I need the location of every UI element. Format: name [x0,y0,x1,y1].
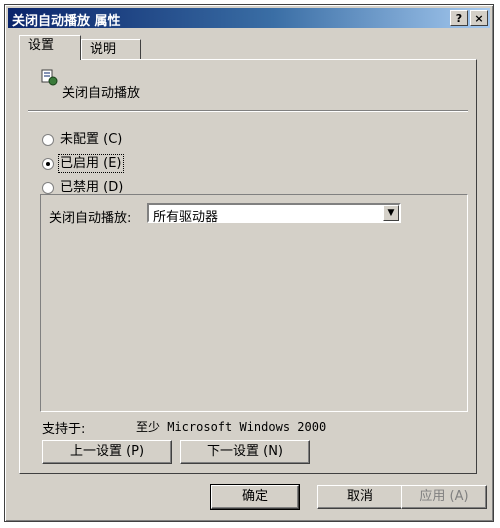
tab-explain[interactable]: 说明 [81,39,141,59]
radio-not-configured[interactable]: 未配置 (C) [42,128,122,147]
policy-name: 关闭自动播放 [62,86,141,101]
radio-disabled-label: 已禁用 (D) [60,180,124,195]
radio-not-configured-dot[interactable] [42,133,54,146]
drives-select-value: 所有驱动器 [153,210,219,225]
radio-enabled[interactable]: 已启用 (E) [42,152,124,173]
radio-disabled-dot[interactable] [42,181,54,194]
ok-button[interactable]: 确定 [210,484,300,510]
title-bar[interactable]: 关闭自动播放 属性 ? × [8,8,490,29]
settings-panel: 关闭自动播放 未配置 (C) 已启用 (E) 已禁用 (D) 关闭自动播放: 所… [19,59,477,474]
options-box: 关闭自动播放: 所有驱动器 ▼ [40,194,468,412]
previous-setting-button[interactable]: 上一设置 (P) [42,440,172,464]
drives-select[interactable]: 所有驱动器 ▼ [147,203,401,225]
supported-on-value: 至少 Microsoft Windows 2000 [136,420,327,434]
policy-setting-icon [41,69,58,86]
close-button[interactable]: × [470,10,488,26]
radio-enabled-label: 已启用 (E) [58,154,124,173]
separator [28,110,468,112]
radio-disabled[interactable]: 已禁用 (D) [42,176,123,195]
window-title: 关闭自动播放 属性 [12,14,121,29]
radio-not-configured-label: 未配置 (C) [60,132,123,147]
cancel-button[interactable]: 取消 [317,485,403,509]
help-button[interactable]: ? [450,10,468,26]
properties-dialog: 关闭自动播放 属性 ? × 设置 说明 关闭自动播放 未配置 (C) 已启用 (… [4,4,494,522]
next-setting-button[interactable]: 下一设置 (N) [180,440,310,464]
supported-on-label: 支持于: [42,422,86,437]
autoplay-option-label: 关闭自动播放: [49,211,132,226]
apply-button[interactable]: 应用 (A) [401,485,487,509]
tab-settings[interactable]: 设置 [19,35,81,60]
radio-enabled-dot[interactable] [42,157,54,170]
chevron-down-icon[interactable]: ▼ [383,205,399,221]
